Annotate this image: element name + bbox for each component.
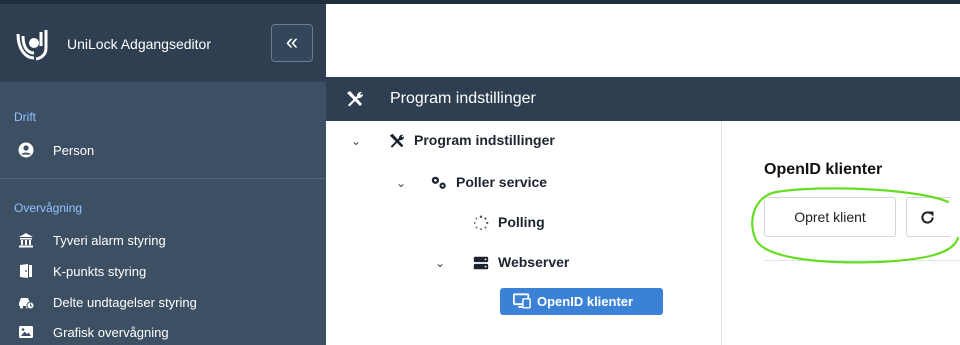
tree-node-polling[interactable]: Polling xyxy=(326,212,722,236)
server-icon xyxy=(473,256,489,270)
page-title: Program indstillinger xyxy=(390,90,536,107)
tree-node-webserver[interactable]: ⌄ Webserver xyxy=(326,252,722,276)
sidebar-item-k-punkts[interactable]: K-punkts styring xyxy=(0,257,326,285)
image-icon xyxy=(19,326,33,338)
content-title: OpenID klienter xyxy=(764,161,883,178)
sidebar-item-delte-undtagelser[interactable]: Delte undtagelser styring xyxy=(0,288,326,316)
sidebar-item-grafisk-overvaagning[interactable]: Grafisk overvågning xyxy=(0,318,326,345)
tools-icon xyxy=(347,91,364,107)
tree-node-label: Program indstillinger xyxy=(414,132,555,148)
sidebar-item-label: Person xyxy=(53,143,95,158)
tree-node-program-indstillinger[interactable]: ⌄ Program indstillinger xyxy=(326,130,722,154)
page-header: Program indstillinger xyxy=(326,77,960,121)
collapse-sidebar-button[interactable]: « xyxy=(271,24,313,62)
tree-node-poller-service[interactable]: ⌄ Poller service xyxy=(326,172,722,196)
sidebar-item-label: Tyveri alarm styring xyxy=(53,233,166,248)
gears-icon xyxy=(431,176,446,189)
annotation-highlight xyxy=(751,187,960,264)
section-label-drift: Drift xyxy=(14,110,36,124)
tree-node-label: OpenID klienter xyxy=(537,294,634,309)
sidebar-item-tyveri-alarm[interactable]: Tyveri alarm styring xyxy=(0,226,326,254)
chevron-down-icon[interactable]: ⌄ xyxy=(351,134,361,148)
tools-icon xyxy=(389,133,405,148)
sidebar-item-label: Delte undtagelser styring xyxy=(53,295,197,310)
sidebar-item-label: Grafisk overvågning xyxy=(53,325,169,340)
chevron-down-icon[interactable]: ⌄ xyxy=(396,176,406,190)
sidebar-brand: UniLock Adgangseditor « xyxy=(0,4,326,82)
unilock-logo-icon xyxy=(16,30,48,61)
app-title: UniLock Adgangseditor xyxy=(67,36,211,52)
tree-node-label: Webserver xyxy=(498,254,570,270)
desktop-icon xyxy=(513,293,531,309)
section-label-overvaagning: Overvågning xyxy=(14,201,83,215)
car-clock-icon xyxy=(19,298,34,310)
door-icon xyxy=(20,264,32,278)
user-circle-icon xyxy=(18,142,34,158)
top-bar xyxy=(326,4,960,77)
sidebar-divider xyxy=(0,178,326,179)
sidebar-item-person[interactable]: Person xyxy=(0,136,326,164)
chevron-down-icon[interactable]: ⌄ xyxy=(435,256,445,270)
spinner-icon xyxy=(473,215,489,231)
settings-tree: ⌄ Program indstillinger ⌄ Poller service… xyxy=(326,121,722,345)
tree-node-openid-klienter[interactable]: OpenID klienter xyxy=(500,288,663,315)
tree-node-label: Polling xyxy=(498,214,545,230)
sidebar-item-label: K-punkts styring xyxy=(53,264,147,279)
building-alarm-icon xyxy=(19,233,33,248)
sidebar: UniLock Adgangseditor « Drift Person Ove… xyxy=(0,4,326,345)
tree-node-label: Poller service xyxy=(456,174,548,190)
